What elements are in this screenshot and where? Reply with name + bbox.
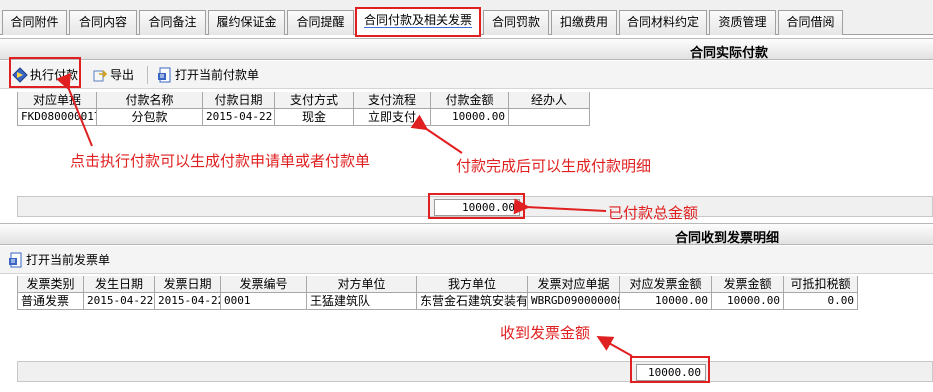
- col-header[interactable]: 支付流程: [354, 92, 431, 109]
- invoice-footer: [17, 361, 933, 382]
- invoice-total-highlight: [630, 356, 710, 383]
- col-header[interactable]: 发票类别: [18, 276, 84, 293]
- col-header[interactable]: 发票日期: [155, 276, 221, 293]
- tab-payment-invoice[interactable]: 合同付款及相关发票: [355, 7, 481, 37]
- annotation-execute: 点击执行付款可以生成付款申请单或者付款单: [70, 152, 371, 170]
- cell-our-unit: 东营金石建筑安装有: [417, 293, 528, 310]
- payment-panel-header: 合同实际付款: [0, 38, 933, 61]
- cell-doc: WBRGD090000008: [528, 293, 620, 310]
- cell-doc: FKD080000017: [18, 109, 97, 126]
- col-header[interactable]: 支付方式: [275, 92, 354, 109]
- tab-deposit[interactable]: 履约保证金: [208, 10, 285, 35]
- col-header[interactable]: 对应单据: [18, 92, 97, 109]
- invoice-grid-header: 发票类别 发生日期 发票日期 发票编号 对方单位 我方单位 发票对应单据 对应发…: [18, 276, 858, 293]
- cell-counterparty: 王猛建筑队: [307, 293, 417, 310]
- export-icon: [93, 70, 108, 82]
- col-header[interactable]: 付款名称: [97, 92, 203, 109]
- cell-invoice-date: 2015-04-22: [155, 293, 221, 310]
- col-header[interactable]: 发票编号: [221, 276, 307, 293]
- tab-deductions[interactable]: 扣缴费用: [551, 10, 617, 35]
- annotation-invoice-total: 收到发票金额: [500, 324, 591, 342]
- tab-materials[interactable]: 合同材料约定: [619, 10, 707, 35]
- cell-method: 现金: [275, 109, 354, 126]
- payment-total-highlight: [428, 193, 525, 219]
- col-header[interactable]: 发生日期: [84, 276, 155, 293]
- export-button[interactable]: 导出: [90, 65, 134, 85]
- col-header[interactable]: 付款日期: [203, 92, 275, 109]
- tab-strip: 合同附件 合同内容 合同备注 履约保证金 合同提醒 合同付款及相关发票 合同罚款…: [0, 0, 933, 37]
- cell-amount: 10000.00: [712, 293, 784, 310]
- col-header[interactable]: 付款金额: [431, 92, 509, 109]
- annotation-details: 付款完成后可以生成付款明细: [456, 157, 652, 175]
- tab-borrowing[interactable]: 合同借阅: [778, 10, 843, 35]
- cell-match-amount: 10000.00: [620, 293, 712, 310]
- open-invoice-button[interactable]: 打开当前发票单: [6, 250, 110, 270]
- payment-grid-header: 对应单据 付款名称 付款日期 支付方式 支付流程 付款金额 经办人: [18, 92, 590, 109]
- open-payment-button[interactable]: 打开当前付款单: [155, 65, 259, 85]
- tab-contents[interactable]: 合同内容: [69, 10, 137, 35]
- col-header[interactable]: 发票金额: [712, 276, 784, 293]
- cell-flow: 立即支付: [354, 109, 431, 126]
- cell-tax: 0.00: [784, 293, 858, 310]
- col-header[interactable]: 发票对应单据: [528, 276, 620, 293]
- payment-toolbar: 执行付款 导出 打开当前付款单: [0, 61, 933, 89]
- col-header[interactable]: 对方单位: [307, 276, 417, 293]
- table-row[interactable]: FKD080000017 分包款 2015-04-22 现金 立即支付 1000…: [18, 109, 590, 126]
- invoice-panel-header: 合同收到发票明细: [0, 223, 933, 246]
- table-row[interactable]: 普通发票 2015-04-22 2015-04-22 0001 王猛建筑队 东营…: [18, 293, 858, 310]
- toolbar-separator: [147, 66, 148, 84]
- tab-qualifications[interactable]: 资质管理: [709, 10, 776, 35]
- cell-name: 分包款: [97, 109, 203, 126]
- cell-amount: 10000.00: [431, 109, 509, 126]
- invoice-toolbar: 打开当前发票单: [0, 246, 933, 274]
- tab-penalties[interactable]: 合同罚款: [483, 10, 549, 35]
- payment-panel-title: 合同实际付款: [690, 46, 769, 61]
- cell-occur-date: 2015-04-22: [84, 293, 155, 310]
- col-header[interactable]: 经办人: [509, 92, 590, 109]
- col-header[interactable]: 可抵扣税额: [784, 276, 858, 293]
- col-header[interactable]: 我方单位: [417, 276, 528, 293]
- document-icon: [9, 252, 22, 268]
- payment-grid: 对应单据 付款名称 付款日期 支付方式 支付流程 付款金额 经办人 FKD080…: [17, 92, 590, 126]
- tab-reminders[interactable]: 合同提醒: [287, 10, 354, 35]
- invoice-grid: 发票类别 发生日期 发票日期 发票编号 对方单位 我方单位 发票对应单据 对应发…: [17, 276, 858, 310]
- arrow-details: [410, 114, 463, 154]
- invoice-panel-title: 合同收到发票明细: [675, 231, 780, 246]
- tab-remarks[interactable]: 合同备注: [139, 10, 206, 35]
- arrow-invoice-total: [596, 336, 633, 357]
- tab-attachments[interactable]: 合同附件: [2, 10, 67, 35]
- document-icon: [158, 67, 171, 83]
- cell-date: 2015-04-22: [203, 109, 275, 126]
- cell-type: 普通发票: [18, 293, 84, 310]
- cell-number: 0001: [221, 293, 307, 310]
- col-header[interactable]: 对应发票金额: [620, 276, 712, 293]
- execute-payment-highlight: [9, 57, 81, 88]
- cell-handler: [509, 109, 590, 126]
- annotation-paid-total: 已付款总金额: [608, 204, 699, 222]
